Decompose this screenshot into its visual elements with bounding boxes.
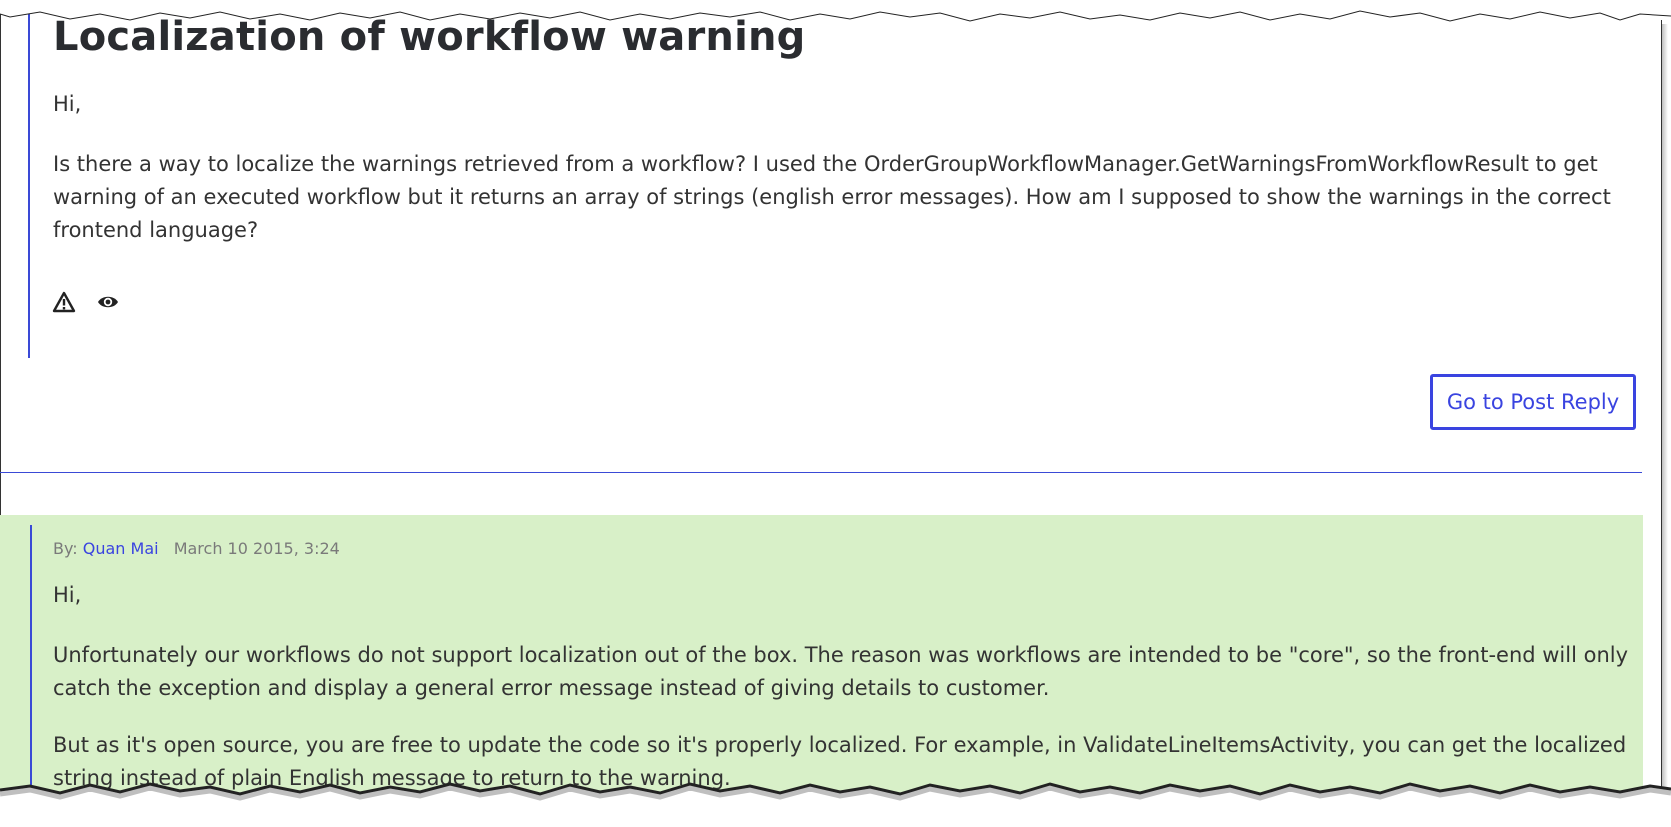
question-actions bbox=[52, 290, 120, 314]
eye-icon[interactable] bbox=[96, 290, 120, 314]
author-link[interactable]: Quan Mai bbox=[83, 539, 159, 558]
forum-page: Localization of workflow warning Hi, Is … bbox=[0, 0, 1671, 827]
reply-paragraph: Unfortunately our workflows do not suppo… bbox=[53, 643, 1629, 700]
question-post: Localization of workflow warning Hi, Is … bbox=[28, 0, 1650, 358]
question-greeting: Hi, bbox=[53, 92, 82, 116]
page-shadow bbox=[1662, 24, 1668, 794]
go-to-post-reply-button[interactable]: Go to Post Reply bbox=[1430, 374, 1636, 430]
post-divider bbox=[0, 472, 1642, 473]
torn-top-edge bbox=[0, 0, 1671, 22]
warning-icon[interactable] bbox=[52, 290, 76, 314]
reply-greeting: Hi, bbox=[53, 583, 82, 607]
by-label: By: bbox=[53, 539, 78, 558]
torn-bottom-edge bbox=[0, 782, 1671, 827]
reply-meta: By: Quan Mai March 10 2015, 3:24 bbox=[53, 539, 340, 558]
question-body: Is there a way to localize the warnings … bbox=[53, 152, 1611, 242]
reply-date: March 10 2015, 3:24 bbox=[173, 539, 340, 558]
